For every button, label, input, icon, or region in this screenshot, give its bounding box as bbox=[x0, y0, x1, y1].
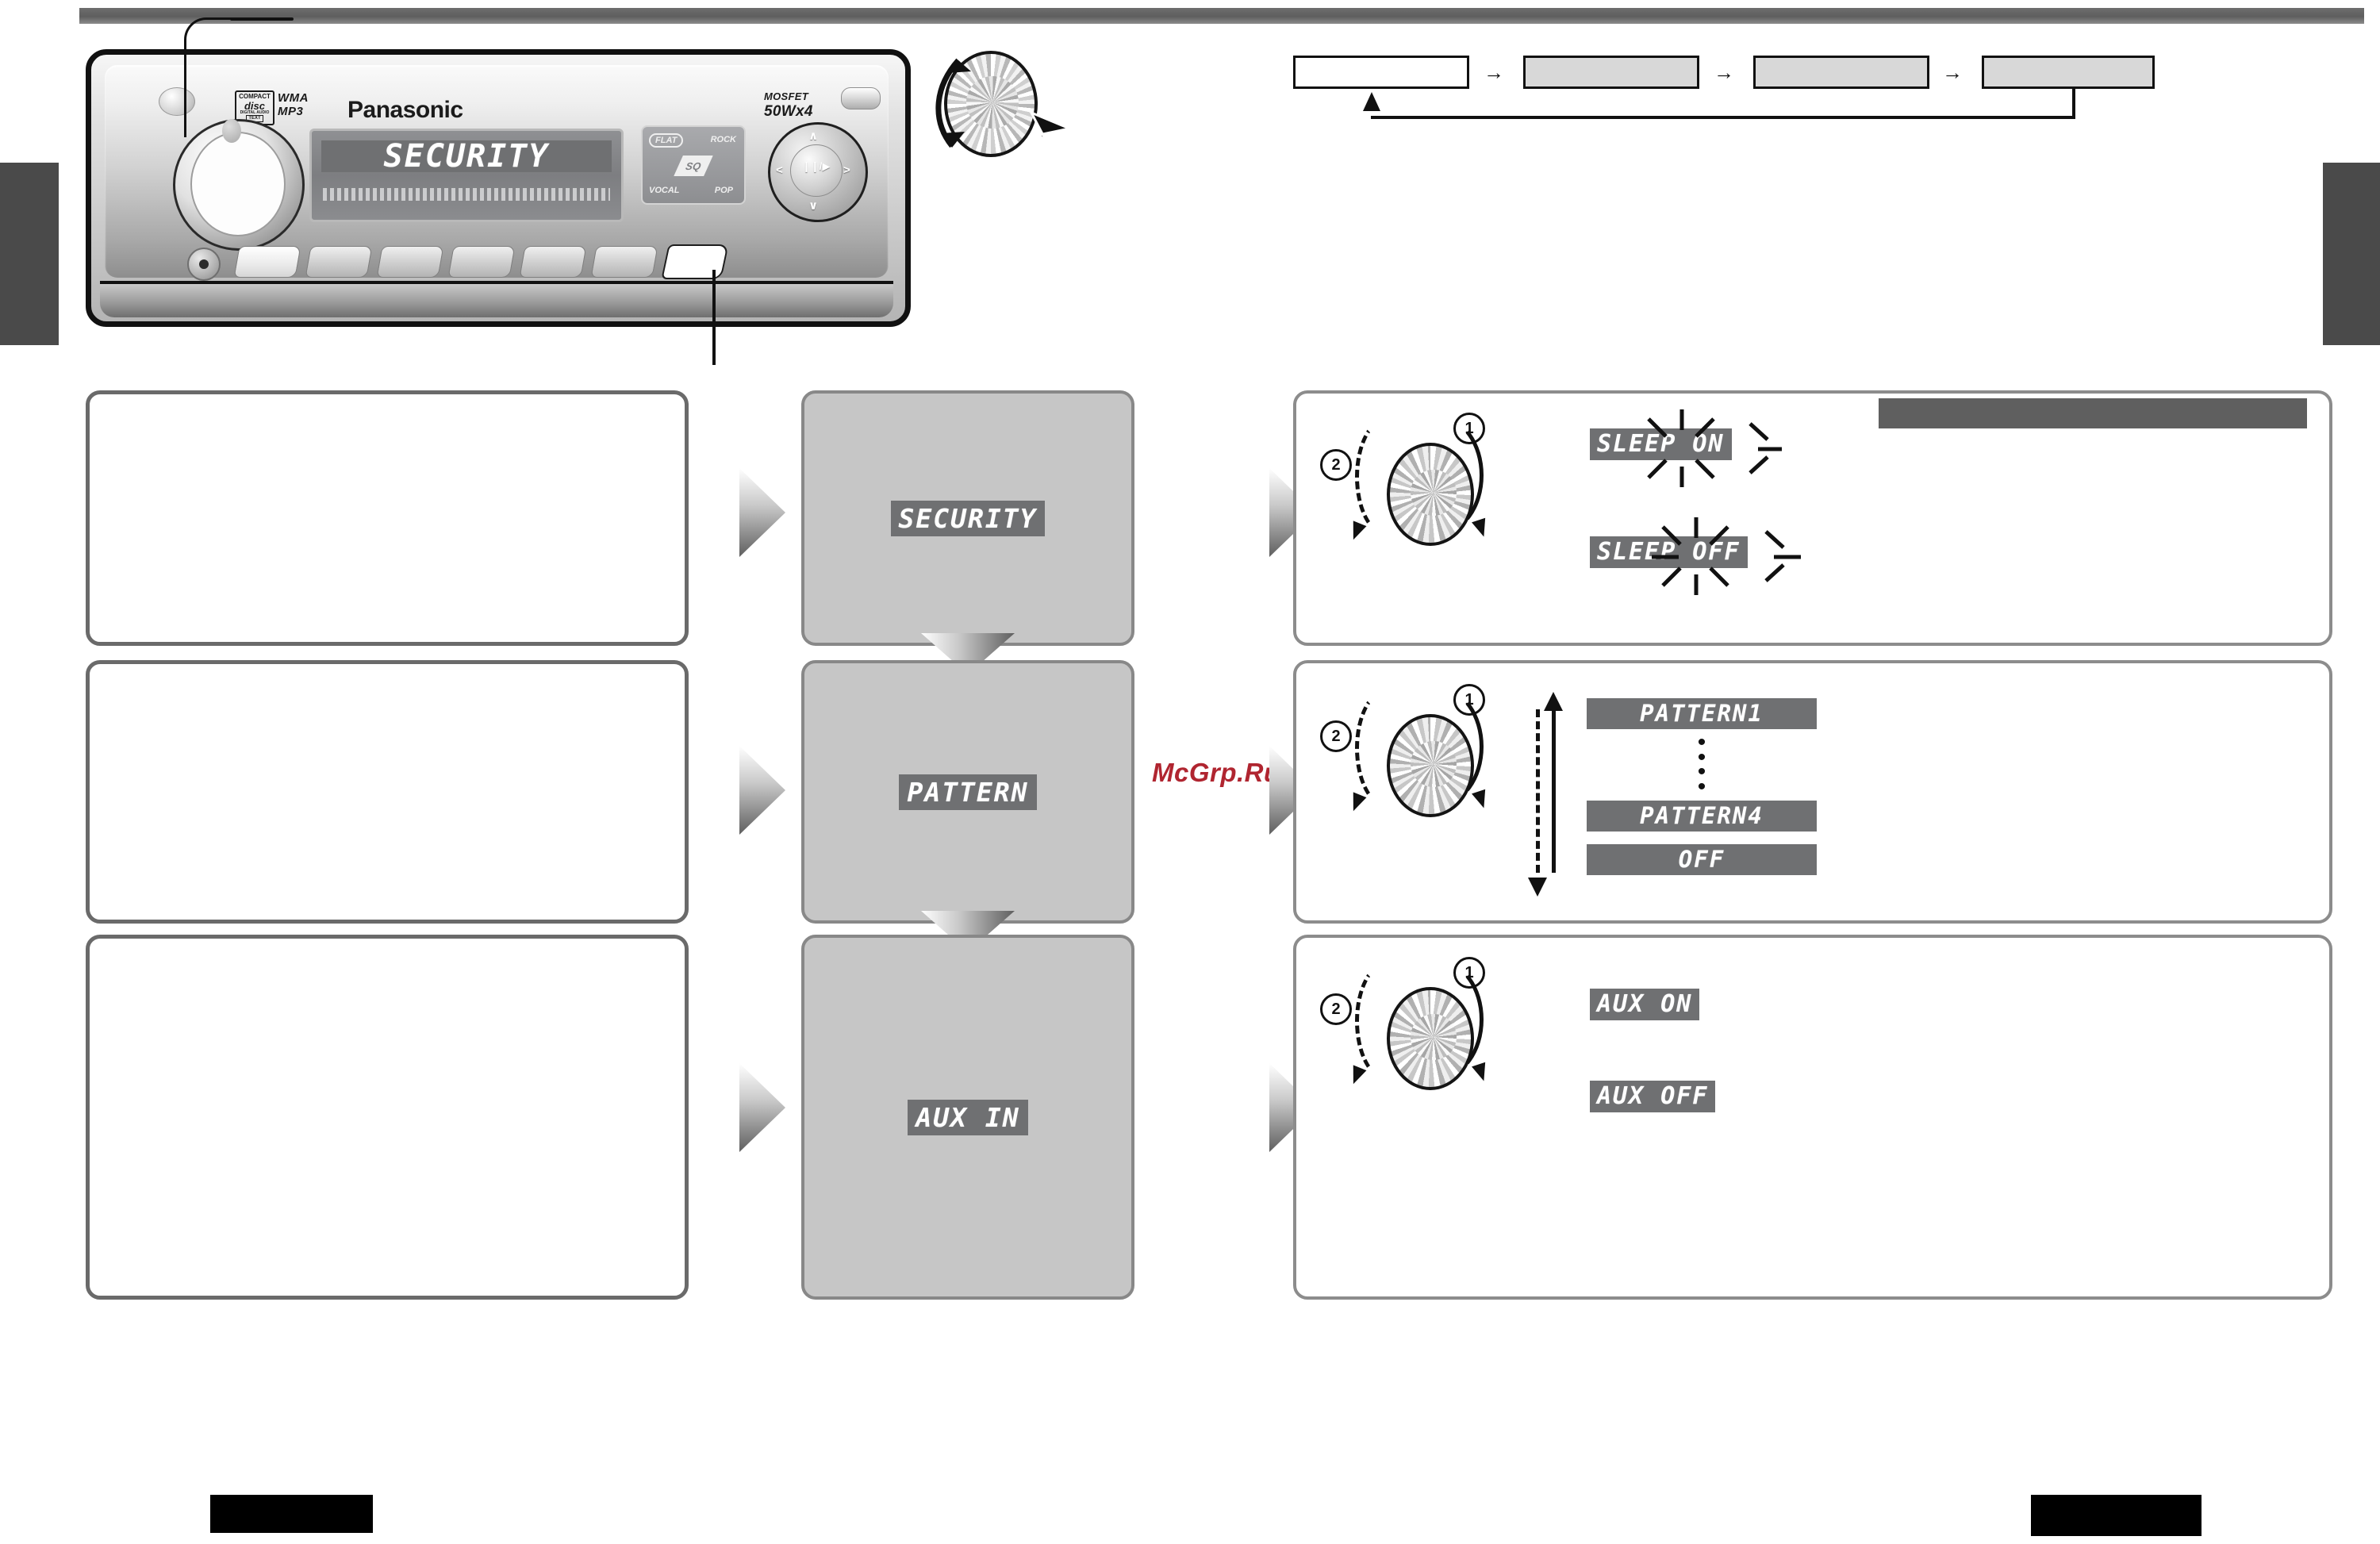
mp3-badge: MP3 bbox=[278, 104, 304, 118]
mosfet-line1: MOSFET bbox=[764, 90, 808, 102]
blink-rays-icon bbox=[1647, 409, 1782, 487]
footer-redaction-left bbox=[210, 1495, 373, 1533]
readout-sleep-on: SLEEP ON bbox=[1590, 409, 1782, 487]
eq-label-pop: POP bbox=[714, 186, 733, 195]
head-unit-bottom-lip bbox=[100, 281, 893, 317]
display-card-pattern: PATTERN bbox=[801, 660, 1134, 924]
flow-box-1 bbox=[1523, 56, 1699, 89]
readout-aux-off-text: AUX OFF bbox=[1590, 1081, 1716, 1112]
eq-label-rock: ROCK bbox=[710, 135, 736, 144]
flow-loop-arrow-icon bbox=[1363, 92, 1380, 111]
readout-aux-on: AUX ON bbox=[1590, 989, 1700, 1020]
preset-button-4[interactable] bbox=[447, 246, 516, 278]
callout-leader-top-tip bbox=[230, 17, 294, 21]
wma-badge: WMA bbox=[278, 91, 309, 105]
flow-arrow-1-icon: → bbox=[1714, 60, 1734, 84]
description-card-pattern bbox=[86, 660, 689, 924]
knob-step-group-pattern: 1 2 bbox=[1320, 679, 1526, 846]
description-card-security bbox=[86, 390, 689, 646]
preset-button-1[interactable] bbox=[233, 246, 301, 278]
preset-button-3[interactable] bbox=[376, 246, 444, 278]
equalizer-indicator-panel: FLAT ROCK SQ VOCAL POP bbox=[641, 125, 746, 205]
pattern-option-off: OFF bbox=[1587, 844, 1817, 876]
step-number-2: 2 bbox=[1320, 720, 1352, 752]
chevron-right-icon bbox=[739, 1063, 785, 1152]
display-card-aux-in: AUX IN bbox=[801, 935, 1134, 1300]
eject-button[interactable] bbox=[841, 87, 881, 109]
preset-button-6[interactable] bbox=[590, 246, 658, 278]
knob-rotate-arrow-icon bbox=[935, 58, 1074, 148]
description-card-aux-in bbox=[86, 935, 689, 1300]
pattern-axis-dashed-line bbox=[1536, 709, 1540, 873]
page-edge-tab-left bbox=[0, 163, 59, 345]
site-watermark: McGrp.Ru bbox=[1152, 758, 1280, 787]
pattern-axis-solid-line bbox=[1552, 709, 1556, 873]
pattern-option-list: PATTERN1 • • • • PATTERN4 OFF bbox=[1587, 698, 1817, 876]
mosfet-line2: 50Wx4 bbox=[764, 102, 813, 120]
preset-button-2[interactable] bbox=[305, 246, 373, 278]
flow-arrow-0-icon: → bbox=[1484, 60, 1504, 84]
lcd-indicator-row bbox=[323, 188, 610, 201]
nav-up-icon[interactable]: ∧ bbox=[808, 129, 818, 143]
callout-leader-top bbox=[184, 17, 234, 137]
flow-box-0 bbox=[1293, 56, 1469, 89]
play-pause-icon[interactable]: ❙❙/▶ bbox=[802, 160, 830, 173]
eq-label-flat: FLAT bbox=[649, 133, 684, 148]
knob-step-group-aux-in: 1 2 bbox=[1320, 952, 1526, 1119]
page-edge-tab-right bbox=[2323, 163, 2380, 345]
audio-format-badges: WMA MP3 bbox=[278, 91, 309, 119]
display-card-security: SECURITY bbox=[801, 390, 1134, 646]
flow-loop-vertical bbox=[2072, 89, 2075, 119]
display-label-aux-in: AUX IN bbox=[908, 1099, 1028, 1135]
panasonic-brand-logo: Panasonic bbox=[347, 97, 463, 123]
flow-loop-horizontal bbox=[1371, 116, 2075, 119]
chevron-right-icon bbox=[739, 746, 785, 835]
knob-step-group-security: 1 2 bbox=[1320, 408, 1526, 574]
display-label-pattern: PATTERN bbox=[899, 774, 1037, 810]
step-number-1: 1 bbox=[1453, 413, 1485, 444]
nav-down-icon[interactable]: ∨ bbox=[808, 198, 818, 213]
press-knob-arrow-icon bbox=[1355, 962, 1418, 1081]
arrow-up-icon bbox=[1544, 692, 1563, 711]
pattern-range-arrow bbox=[1528, 692, 1566, 897]
flow-arrow-2-icon: → bbox=[1942, 60, 1963, 84]
pattern-ellipsis-icon: • • • • bbox=[1697, 729, 1706, 800]
nav-left-icon[interactable]: < bbox=[776, 163, 783, 177]
readout-aux-off: AUX OFF bbox=[1590, 1081, 1716, 1112]
step-number-2: 2 bbox=[1320, 449, 1352, 481]
mosfet-power-badge: MOSFET 50Wx4 bbox=[764, 90, 813, 121]
nav-right-icon[interactable]: > bbox=[843, 163, 850, 177]
eq-label-sq: SQ bbox=[674, 156, 713, 176]
highlighted-callout-button[interactable] bbox=[661, 244, 729, 279]
page-top-rule bbox=[79, 8, 2364, 24]
display-label-security: SECURITY bbox=[890, 500, 1046, 536]
eq-label-vocal: VOCAL bbox=[649, 186, 680, 195]
footer-redaction-right bbox=[2031, 1495, 2202, 1536]
head-unit-lcd-display: SECURITY bbox=[309, 129, 624, 222]
step-number-1: 1 bbox=[1453, 684, 1485, 716]
press-knob-arrow-icon bbox=[1355, 689, 1418, 808]
readout-sleep-off: SLEEP OFF bbox=[1590, 517, 1801, 595]
lcd-display-text: SECURITY bbox=[321, 140, 612, 172]
pattern-option-4: PATTERN4 bbox=[1587, 801, 1817, 832]
knob-rotation-illustration bbox=[912, 27, 1111, 178]
readout-aux-on-text: AUX ON bbox=[1590, 989, 1700, 1020]
mode-flow-diagram: → → → bbox=[1293, 48, 2166, 135]
aux-input-jack[interactable] bbox=[187, 248, 221, 281]
step-number-1: 1 bbox=[1453, 957, 1485, 989]
step-number-2: 2 bbox=[1320, 993, 1352, 1025]
callout-leader-bottom bbox=[712, 270, 716, 365]
arrow-down-icon bbox=[1528, 878, 1547, 897]
note-redaction-bar bbox=[1879, 398, 2307, 428]
flow-box-2 bbox=[1753, 56, 1929, 89]
cd-logo-line2: disc bbox=[244, 99, 265, 112]
pattern-option-1: PATTERN1 bbox=[1587, 698, 1817, 729]
preset-button-5[interactable] bbox=[519, 246, 587, 278]
flow-box-3 bbox=[1982, 56, 2155, 89]
press-knob-arrow-icon bbox=[1355, 417, 1418, 536]
chevron-right-icon bbox=[739, 468, 785, 557]
volume-knob-center[interactable] bbox=[190, 132, 286, 236]
blink-rays-icon bbox=[1652, 517, 1801, 595]
